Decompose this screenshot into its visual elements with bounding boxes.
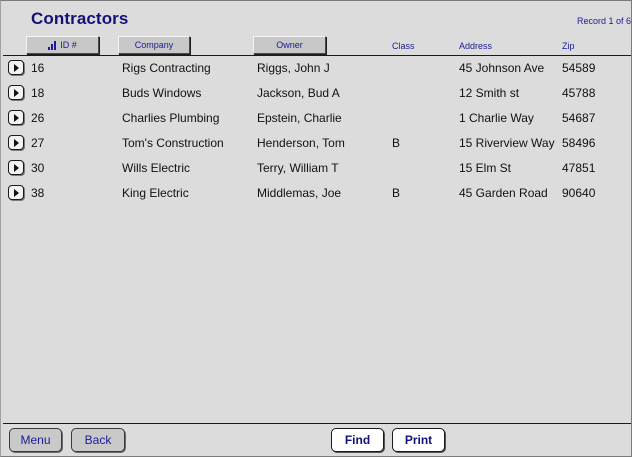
- find-button[interactable]: Find: [331, 428, 384, 452]
- cell-zip: 47851: [562, 161, 596, 175]
- cell-owner: Epstein, Charlie: [257, 111, 342, 125]
- print-button[interactable]: Print: [392, 428, 445, 452]
- cell-company: Buds Windows: [122, 86, 202, 100]
- table-row: 26 Charlies Plumbing Epstein, Charlie 1 …: [1, 106, 631, 131]
- table-row: 30 Wills Electric Terry, William T 15 El…: [1, 156, 631, 181]
- footer-divider: [3, 423, 631, 424]
- cell-owner: Terry, William T: [257, 161, 339, 175]
- page-title: Contractors: [31, 9, 129, 28]
- contractors-layout: Contractors Record 1 of 6 ID # Company O…: [0, 0, 632, 457]
- table-row: 16 Rigs Contracting Riggs, John J 45 Joh…: [1, 56, 631, 81]
- cell-owner: Jackson, Bud A: [257, 86, 340, 100]
- records-list: 16 Rigs Contracting Riggs, John J 45 Joh…: [1, 56, 631, 206]
- cell-owner: Middlemas, Joe: [257, 186, 342, 200]
- cell-company: King Electric: [122, 186, 189, 200]
- cell-company: Rigs Contracting: [122, 61, 211, 75]
- column-header-zip: Zip: [562, 41, 575, 51]
- cell-address: 15 Riverview Way: [459, 136, 555, 150]
- cell-address: 45 Garden Road: [459, 186, 548, 200]
- cell-owner: Henderson, Tom: [257, 136, 345, 150]
- go-to-record-button[interactable]: [8, 110, 24, 125]
- go-to-record-button[interactable]: [8, 60, 24, 75]
- cell-zip: 54589: [562, 61, 596, 75]
- cell-address: 12 Smith st: [459, 86, 520, 100]
- cell-address: 45 Johnson Ave: [459, 61, 545, 75]
- cell-address: 1 Charlie Way: [459, 111, 534, 125]
- cell-address: 15 Elm St: [459, 161, 512, 175]
- sort-by-id-button[interactable]: ID #: [26, 36, 99, 54]
- cell-id: 26: [31, 111, 45, 125]
- column-header-class: Class: [392, 41, 415, 51]
- cell-zip: 45788: [562, 86, 596, 100]
- cell-id: 30: [31, 161, 45, 175]
- table-row: 18 Buds Windows Jackson, Bud A 12 Smith …: [1, 81, 631, 106]
- sort-by-company-button[interactable]: Company: [118, 36, 190, 54]
- back-button[interactable]: Back: [71, 428, 125, 452]
- go-to-record-button[interactable]: [8, 85, 24, 100]
- cell-zip: 58496: [562, 136, 596, 150]
- cell-company: Charlies Plumbing: [122, 111, 220, 125]
- column-header-address: Address: [459, 41, 493, 51]
- column-header-company: Company: [134, 40, 174, 50]
- table-row: 27 Tom's Construction Henderson, Tom B 1…: [1, 131, 631, 156]
- cell-owner: Riggs, John J: [257, 61, 330, 75]
- column-header-id: ID #: [60, 40, 77, 50]
- cell-zip: 54687: [562, 111, 596, 125]
- menu-button[interactable]: Menu: [9, 428, 62, 452]
- column-header-owner: Owner: [276, 40, 303, 50]
- sort-by-owner-button[interactable]: Owner: [253, 36, 326, 54]
- cell-company: Tom's Construction: [122, 136, 224, 150]
- cell-zip: 90640: [562, 186, 596, 200]
- go-to-record-button[interactable]: [8, 185, 24, 200]
- sort-ascending-icon: [48, 40, 57, 50]
- record-status: Record 1 of 6: [576, 16, 631, 26]
- cell-class: B: [392, 186, 401, 200]
- cell-class: B: [392, 136, 401, 150]
- go-to-record-button[interactable]: [8, 160, 24, 175]
- cell-id: 27: [31, 136, 45, 150]
- cell-id: 16: [31, 61, 45, 75]
- cell-company: Wills Electric: [122, 161, 190, 175]
- cell-id: 18: [31, 86, 45, 100]
- table-row: 38 King Electric Middlemas, Joe B 45 Gar…: [1, 181, 631, 206]
- go-to-record-button[interactable]: [8, 135, 24, 150]
- cell-id: 38: [31, 186, 45, 200]
